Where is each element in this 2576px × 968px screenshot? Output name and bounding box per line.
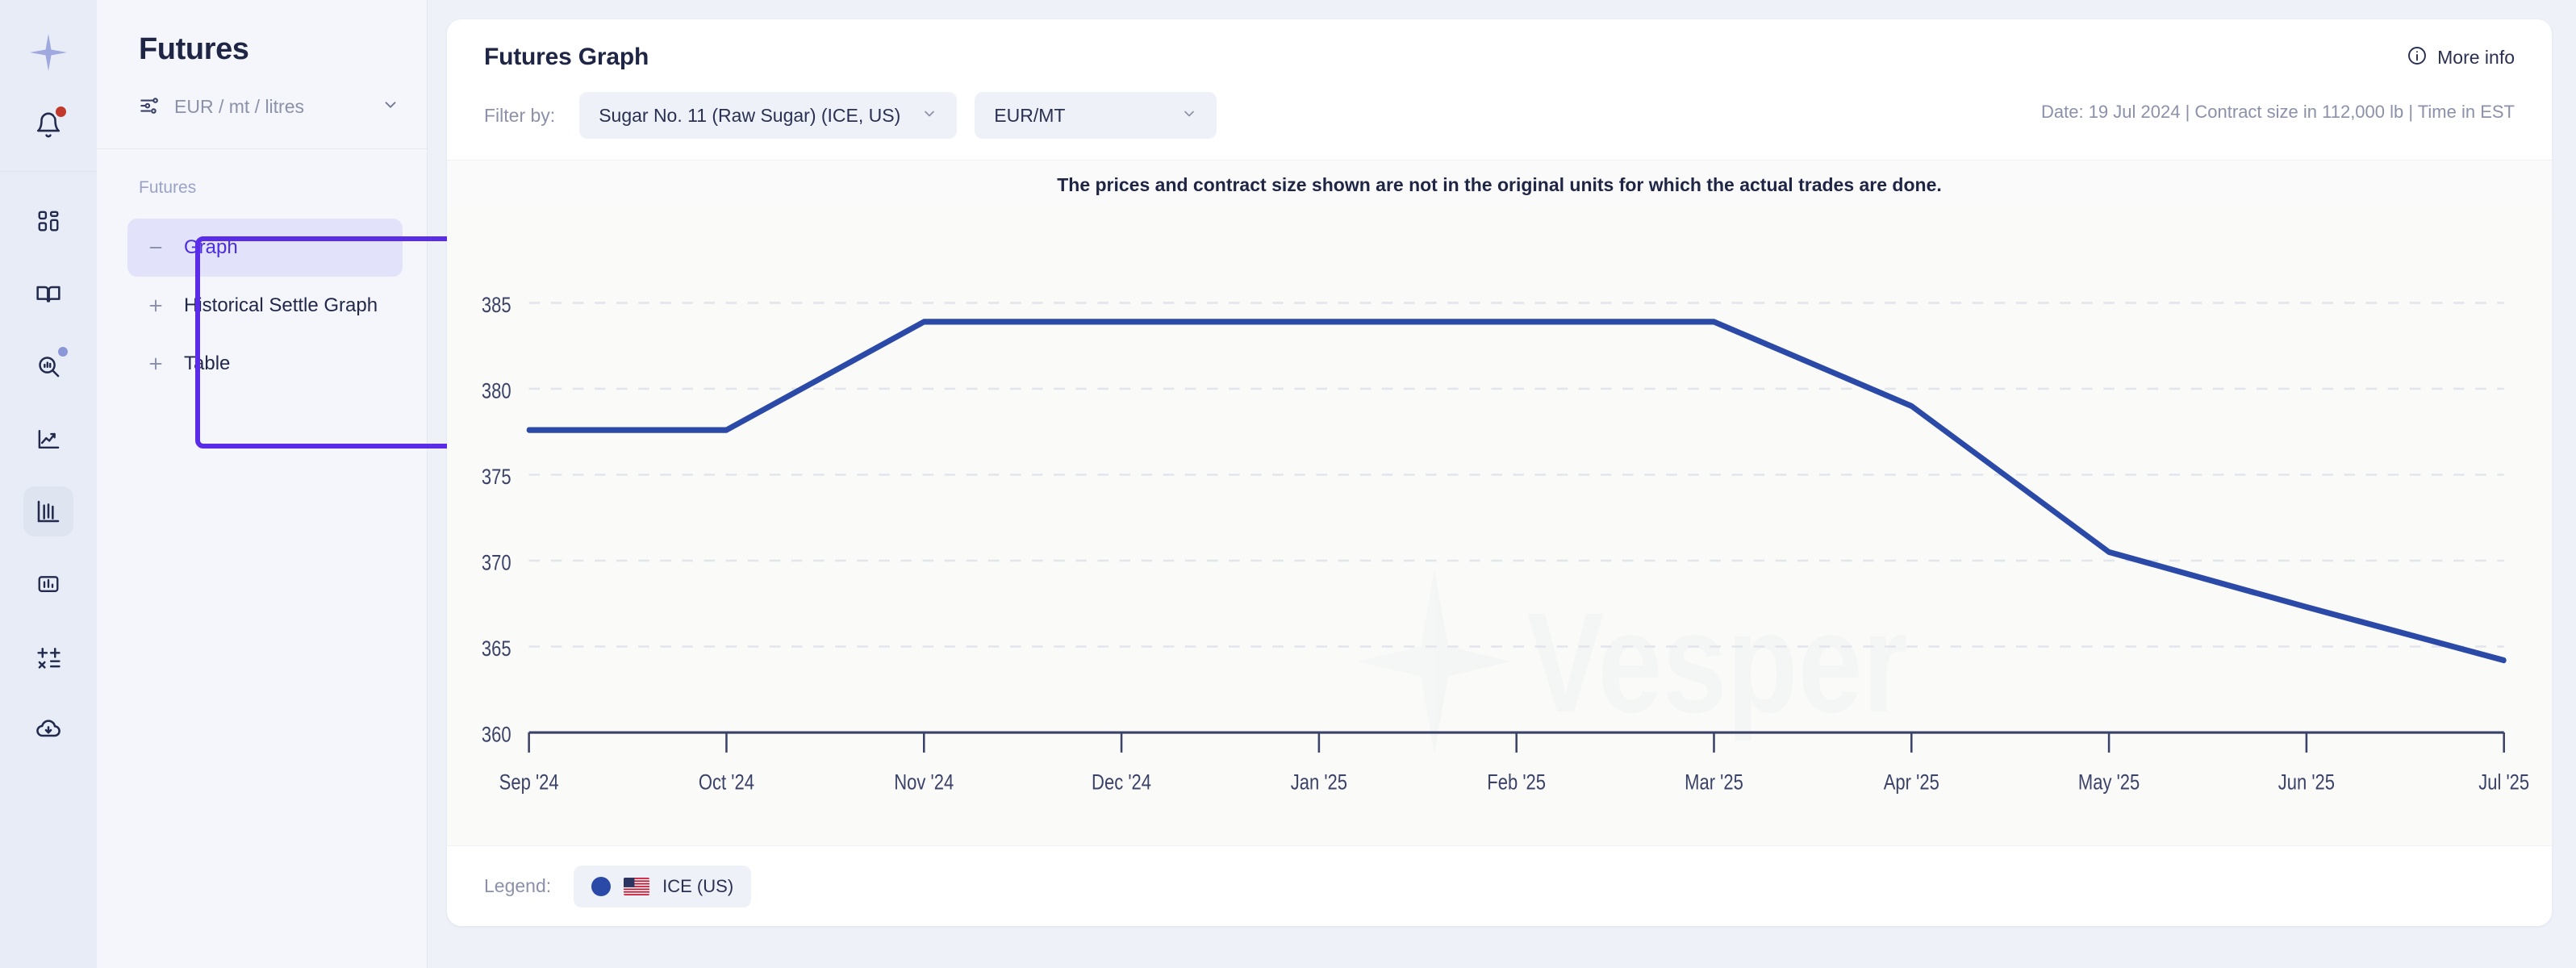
legend-item-label: ICE (US) (662, 875, 734, 896)
sidebar-item-downloads[interactable] (23, 704, 73, 754)
sidebar-item-dashboard[interactable] (23, 196, 73, 246)
svg-text:380: 380 (482, 379, 511, 403)
app-root: Futures EUR / mt / litres Futures Graph … (0, 0, 2576, 968)
currency-unit-filter-dropdown[interactable]: EUR/MT (975, 92, 1217, 139)
icon-rail (0, 0, 97, 968)
page-title: Futures (139, 32, 249, 66)
sidebar-item-market-research[interactable] (23, 341, 73, 391)
main-content: Futures Graph More info Filter by: Sugar… (428, 0, 2576, 968)
svg-text:370: 370 (482, 551, 511, 575)
more-info-button[interactable]: More info (2407, 45, 2515, 70)
svg-text:Jul '25: Jul '25 (2478, 771, 2529, 795)
svg-text:375: 375 (482, 465, 511, 490)
chevron-down-icon (921, 106, 937, 126)
sidebar-section-label: Futures (139, 178, 197, 197)
plus-icon (145, 297, 166, 315)
svg-text:Feb '25: Feb '25 (1487, 771, 1546, 795)
unit-selector-value: EUR / mt / litres (174, 96, 305, 117)
svg-text:Apr '25: Apr '25 (1884, 771, 1939, 795)
info-circle-icon (2407, 45, 2428, 70)
sidebar-item-label: Table (184, 353, 231, 374)
chevron-down-icon (382, 96, 399, 118)
svg-text:Vesper: Vesper (1526, 583, 1907, 742)
sidebar-item-futures[interactable] (23, 486, 73, 536)
svg-text:Jun '25: Jun '25 (2278, 771, 2335, 795)
sidebar-item-calculator[interactable] (23, 632, 73, 682)
rail-top-group (27, 0, 70, 147)
rail-item-list (23, 172, 73, 754)
card-header: Futures Graph More info (447, 19, 2552, 71)
svg-text:May '25: May '25 (2078, 771, 2140, 795)
filter-bar: Filter by: Sugar No. 11 (Raw Sugar) (ICE… (447, 71, 2552, 139)
card-title: Futures Graph (484, 44, 649, 70)
svg-text:Sep '24: Sep '24 (499, 771, 559, 795)
sidebar-item-table[interactable]: Table (127, 335, 403, 393)
notification-badge (53, 104, 69, 119)
bell-icon[interactable] (27, 103, 70, 147)
sliders-icon (139, 94, 160, 119)
chart-legend: Legend: ICE (US) (447, 845, 2552, 926)
futures-graph-card: Futures Graph More info Filter by: Sugar… (447, 19, 2552, 926)
sidebar-item-label: Graph (184, 236, 238, 258)
unit-selector[interactable]: EUR / mt / litres (97, 67, 427, 119)
svg-text:Dec '24: Dec '24 (1092, 771, 1151, 795)
sidebar-item-historical-settle-graph[interactable]: Historical Settle Graph (127, 277, 403, 335)
svg-text:360: 360 (482, 723, 511, 747)
us-flag-icon (624, 877, 650, 895)
svg-text:385: 385 (482, 294, 511, 318)
svg-text:Nov '24: Nov '24 (894, 771, 954, 795)
sidebar-item-price-trends[interactable] (23, 414, 73, 464)
filter-by-label: Filter by: (484, 104, 556, 126)
svg-text:Oct '24: Oct '24 (699, 771, 754, 795)
currency-unit-filter-value: EUR/MT (994, 104, 1066, 126)
plus-icon (145, 355, 166, 373)
sidebar-item-graph[interactable]: Graph (127, 219, 403, 277)
minus-icon (145, 239, 166, 257)
sidebar-item-label: Historical Settle Graph (184, 294, 378, 316)
chart-container: Vesper 360 365 370 375 380 385 Sep '24 Oct '24 No… (447, 210, 2552, 845)
units-notice-banner: The prices and contract size shown are n… (447, 160, 2552, 210)
legend-label: Legend: (484, 875, 552, 896)
more-info-label: More info (2437, 47, 2515, 68)
sidebar-item-library[interactable] (23, 269, 73, 319)
legend-item-ice-us[interactable]: ICE (US) (574, 865, 752, 908)
futures-line-chart[interactable]: Vesper 360 365 370 375 380 385 Sep '24 Oct '24 No… (447, 210, 2552, 845)
sidebar: Futures EUR / mt / litres Futures Graph … (97, 0, 523, 968)
commodity-filter-dropdown[interactable]: Sugar No. 11 (Raw Sugar) (ICE, US) (579, 92, 958, 139)
svg-text:Jan '25: Jan '25 (1291, 771, 1347, 795)
chevron-down-icon (1181, 106, 1197, 126)
commodity-filter-value: Sugar No. 11 (Raw Sugar) (ICE, US) (599, 104, 901, 126)
svg-text:365: 365 (482, 637, 511, 661)
contract-meta-info: Date: 19 Jul 2024 | Contract size in 112… (2041, 102, 2515, 122)
market-research-badge (56, 344, 70, 359)
sidebar-nav-list: Graph Historical Settle Graph Table (97, 198, 427, 393)
vesper-star-logo[interactable] (27, 31, 70, 74)
sidebar-item-reports[interactable] (23, 559, 73, 609)
svg-text:Mar '25: Mar '25 (1685, 771, 1743, 795)
legend-color-swatch (591, 876, 612, 896)
